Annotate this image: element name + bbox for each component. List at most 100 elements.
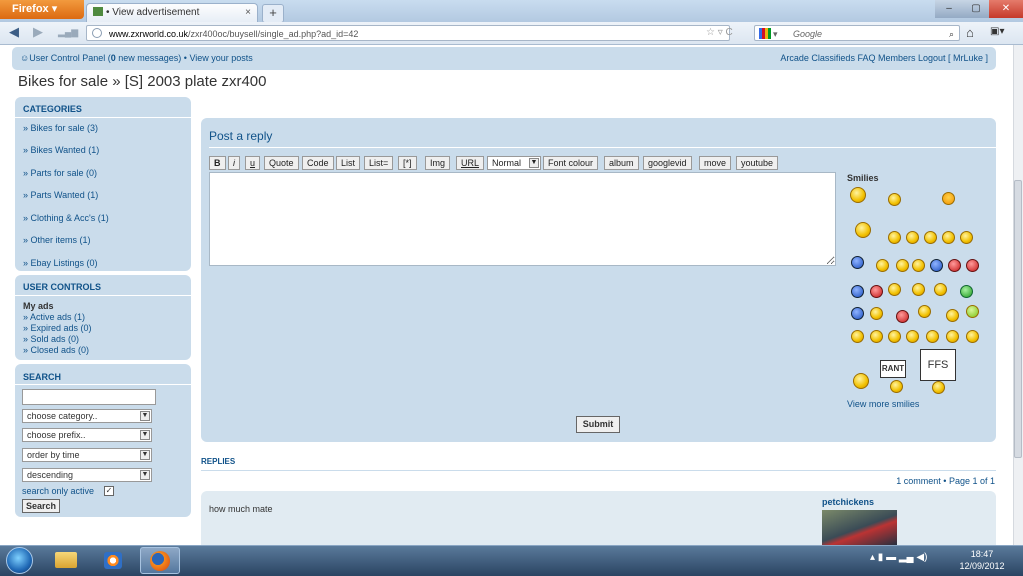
smiley-icon[interactable]	[966, 259, 979, 272]
message-textarea[interactable]	[209, 172, 836, 266]
smiley-icon[interactable]	[851, 307, 864, 320]
smiley-icon[interactable]	[851, 256, 864, 269]
prefix-select[interactable]: choose prefix.. ▼	[22, 428, 152, 442]
smiley-icon[interactable]	[930, 259, 943, 272]
googlevid-button[interactable]: googlevid	[643, 156, 692, 170]
smiley-icon[interactable]	[851, 285, 864, 298]
search-engine-box[interactable]: ▾ Google ⌕	[754, 25, 960, 41]
rant-sign-smiley[interactable]: RANT	[880, 360, 906, 378]
smiley-icon[interactable]	[926, 330, 939, 343]
smiley-icon[interactable]	[918, 305, 931, 318]
view-more-smilies-link[interactable]: View more smilies	[847, 399, 919, 409]
submit-button[interactable]: Submit	[576, 416, 620, 433]
move-button[interactable]: move	[699, 156, 732, 170]
smiley-icon[interactable]	[855, 222, 871, 238]
quote-button[interactable]: Quote	[264, 156, 299, 170]
reply-author[interactable]: petchickens	[822, 497, 874, 507]
smiley-icon[interactable]	[948, 259, 961, 272]
font-colour-button[interactable]: Font colour	[543, 156, 599, 170]
list-numbered-button[interactable]: List=	[364, 156, 394, 170]
category-parts-for-sale[interactable]: » Parts for sale (0)	[23, 168, 97, 178]
smiley-icon[interactable]	[853, 373, 869, 389]
bookmark-star-icon[interactable]: ☆ ▿ C	[706, 27, 733, 38]
close-window-button[interactable]: ✕	[989, 0, 1023, 18]
address-bar[interactable]: www.zxrworld.co.uk/zxr400oc/buysell/sing…	[86, 25, 730, 41]
smiley-icon[interactable]	[870, 330, 883, 343]
smiley-icon[interactable]	[896, 310, 909, 323]
list-item-button[interactable]: [*]	[398, 156, 417, 170]
system-tray-icons[interactable]: ▴ ▮ ▬ ▂▄ ◀)	[870, 552, 927, 563]
order-select[interactable]: order by time ▼	[22, 448, 152, 462]
start-button[interactable]	[6, 547, 33, 574]
smiley-icon[interactable]	[870, 307, 883, 320]
category-bikes-wanted[interactable]: » Bikes Wanted (1)	[23, 145, 99, 155]
smiley-icon[interactable]	[851, 330, 864, 343]
direction-select[interactable]: descending ▼	[22, 468, 152, 482]
smiley-icon[interactable]	[888, 283, 901, 296]
img-button[interactable]: Img	[425, 156, 451, 170]
list-button[interactable]: List	[336, 156, 361, 170]
smiley-icon[interactable]	[942, 192, 955, 205]
active-ads-link[interactable]: » Active ads (1)	[23, 312, 85, 322]
new-tab-button[interactable]: +	[262, 4, 284, 23]
smiley-icon[interactable]	[942, 231, 955, 244]
search-input[interactable]	[22, 389, 156, 405]
smiley-icon[interactable]	[896, 259, 909, 272]
media-player-taskbar-icon[interactable]	[94, 547, 134, 574]
ffs-sign-smiley[interactable]: FFS	[920, 349, 956, 381]
smiley-icon[interactable]	[876, 259, 889, 272]
smiley-icon[interactable]	[888, 193, 901, 206]
sold-ads-link[interactable]: » Sold ads (0)	[23, 334, 79, 344]
smiley-icon[interactable]	[912, 283, 925, 296]
back-arrow-icon[interactable]: ◀	[6, 24, 22, 40]
maximize-window-button[interactable]: ▢	[963, 0, 989, 18]
smiley-icon[interactable]	[850, 187, 866, 203]
category-select[interactable]: choose category.. ▼	[22, 409, 152, 423]
smiley-icon[interactable]	[870, 285, 883, 298]
home-icon[interactable]: ⌂	[966, 25, 974, 40]
smiley-icon[interactable]	[960, 285, 973, 298]
smiley-icon[interactable]	[960, 231, 973, 244]
ucp-link[interactable]: ☺User Control Panel (0 new messages) • V…	[20, 47, 253, 70]
scrollbar-thumb[interactable]	[1014, 180, 1022, 458]
smiley-icon[interactable]	[966, 330, 979, 343]
font-size-select[interactable]: Normal ▼	[487, 156, 541, 170]
smiley-icon[interactable]	[888, 231, 901, 244]
forward-arrow-icon[interactable]: ▶	[30, 24, 46, 40]
closed-ads-link[interactable]: » Closed ads (0)	[23, 345, 89, 355]
expired-ads-link[interactable]: » Expired ads (0)	[23, 323, 92, 333]
forum-nav-links[interactable]: Arcade Classifieds FAQ Members Logout [ …	[780, 47, 988, 70]
firefox-menu-button[interactable]: Firefox ▾	[0, 0, 84, 19]
smiley-icon[interactable]	[946, 309, 959, 322]
bold-button[interactable]: B	[209, 156, 226, 170]
smiley-icon[interactable]	[906, 330, 919, 343]
category-bikes-for-sale[interactable]: » Bikes for sale (3)	[23, 123, 98, 133]
search-icon[interactable]: ⌕	[949, 26, 954, 42]
clock[interactable]: 18:47 12/09/2012	[952, 548, 1012, 572]
tab-view-advertisement[interactable]: • View advertisement ×	[86, 3, 258, 22]
italic-button[interactable]: i	[228, 156, 240, 170]
smiley-icon[interactable]	[890, 380, 903, 393]
youtube-button[interactable]: youtube	[736, 156, 779, 170]
smiley-icon[interactable]	[946, 330, 959, 343]
minimize-window-button[interactable]: –	[935, 0, 963, 18]
url-button[interactable]: URL	[456, 156, 485, 170]
album-button[interactable]: album	[604, 156, 639, 170]
smiley-icon[interactable]	[932, 381, 945, 394]
firefox-taskbar-icon[interactable]	[140, 547, 180, 574]
only-active-checkbox[interactable]: ✓	[104, 486, 114, 496]
smiley-icon[interactable]	[906, 231, 919, 244]
bookmarks-menu-icon[interactable]: ▣▾	[990, 26, 1014, 39]
underline-button[interactable]: u	[245, 156, 261, 170]
category-other-items[interactable]: » Other items (1)	[23, 235, 91, 245]
close-tab-icon[interactable]: ×	[245, 4, 251, 22]
category-parts-wanted[interactable]: » Parts Wanted (1)	[23, 190, 98, 200]
smiley-icon[interactable]	[924, 231, 937, 244]
code-button[interactable]: Code	[302, 156, 334, 170]
smiley-icon[interactable]	[966, 305, 979, 318]
explorer-taskbar-icon[interactable]	[46, 547, 86, 574]
search-button[interactable]: Search	[22, 499, 60, 513]
category-ebay-listings[interactable]: » Ebay Listings (0)	[23, 258, 98, 268]
category-clothing[interactable]: » Clothing & Acc's (1)	[23, 213, 109, 223]
smiley-icon[interactable]	[912, 259, 925, 272]
